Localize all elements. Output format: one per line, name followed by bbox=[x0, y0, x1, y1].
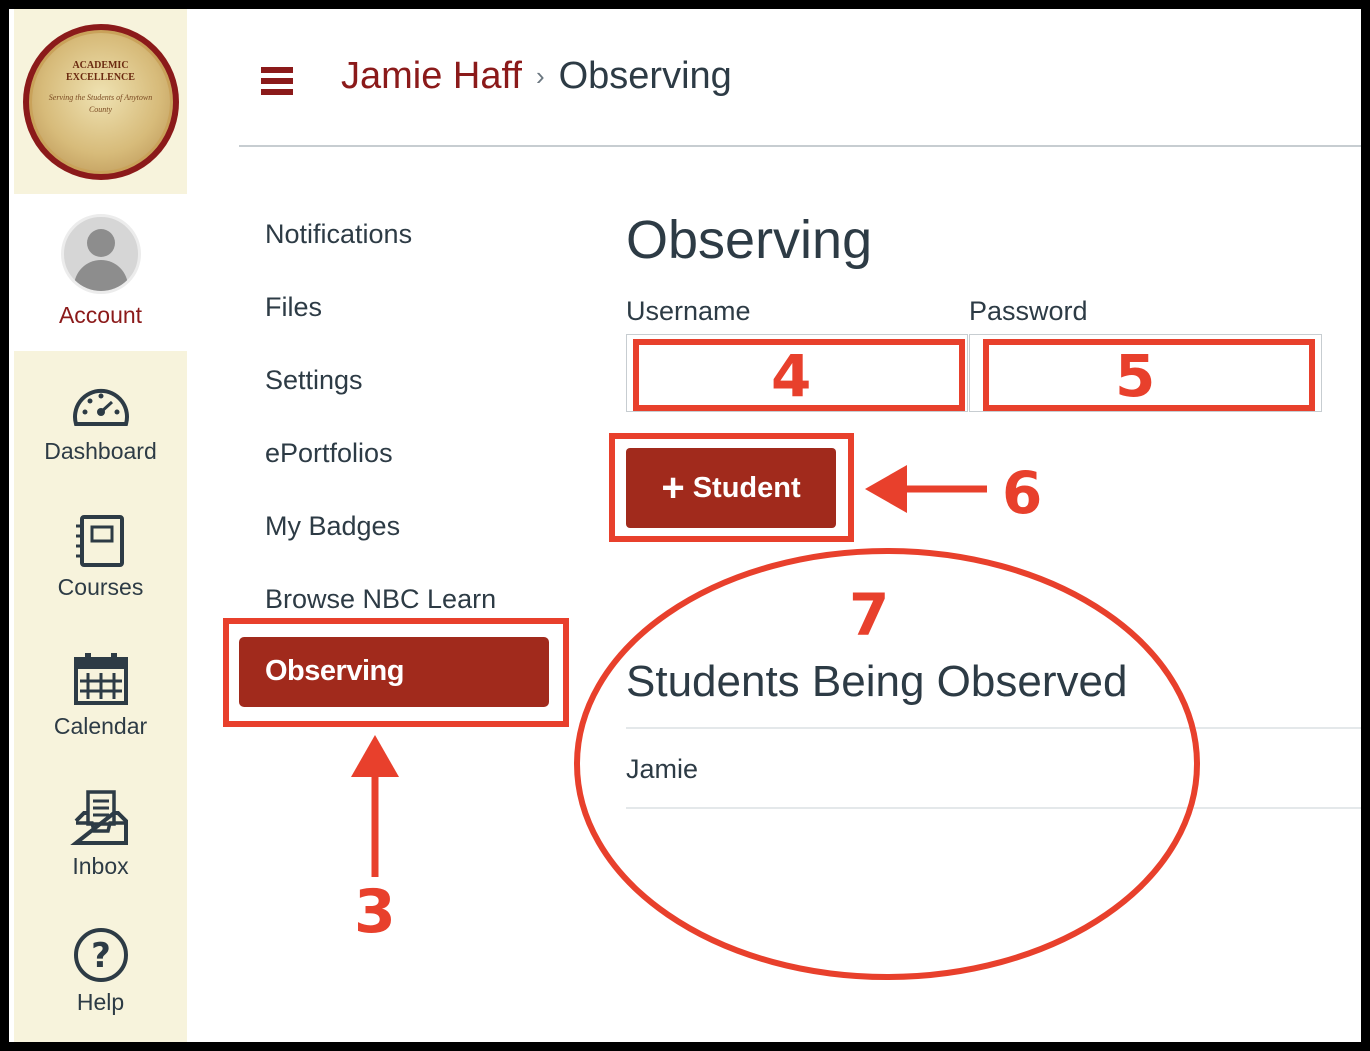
courses-icon bbox=[75, 515, 124, 567]
svg-text:?: ? bbox=[91, 936, 111, 976]
global-nav-courses[interactable]: Courses bbox=[14, 514, 187, 601]
page-header: Jamie Haff › Observing bbox=[239, 9, 1361, 147]
students-observed-heading: Students Being Observed bbox=[626, 657, 1128, 706]
annotation-number-5: 5 bbox=[1115, 342, 1156, 410]
menu-browse-nbc-learn[interactable]: Browse NBC Learn bbox=[265, 584, 496, 615]
global-nav-inbox[interactable]: Inbox bbox=[14, 789, 187, 880]
annotation-number-7: 7 bbox=[849, 581, 890, 649]
avatar bbox=[60, 214, 141, 294]
app-frame: ACADEMIC EXCELLENCE Serving the Students… bbox=[9, 9, 1361, 1042]
global-nav-account[interactable]: Account bbox=[14, 194, 187, 351]
annotation-number-6: 6 bbox=[1002, 459, 1043, 527]
annotation-arrowhead-6 bbox=[865, 465, 907, 513]
global-nav: ACADEMIC EXCELLENCE Serving the Students… bbox=[14, 9, 187, 1042]
menu-files[interactable]: Files bbox=[265, 292, 322, 323]
username-label: Username bbox=[626, 296, 751, 326]
help-label: Help bbox=[76, 989, 125, 1015]
observed-student-item: Jamie bbox=[626, 754, 699, 784]
inbox-icon bbox=[69, 790, 128, 845]
school-logo: ACADEMIC EXCELLENCE Serving the Students… bbox=[22, 23, 179, 180]
divider bbox=[626, 727, 1361, 729]
logo-line-1: ACADEMIC bbox=[72, 59, 129, 71]
global-nav-dashboard[interactable]: Dashboard bbox=[14, 382, 187, 465]
annotation-box-observing bbox=[223, 618, 569, 727]
logo-script: Serving the Students of Anytown County bbox=[48, 92, 153, 114]
page-title: Observing bbox=[626, 210, 873, 270]
breadcrumb-separator: › bbox=[535, 61, 545, 91]
inbox-label: Inbox bbox=[72, 853, 129, 879]
hamburger-menu-icon[interactable] bbox=[261, 67, 293, 95]
help-icon: ? bbox=[73, 928, 128, 982]
menu-notifications[interactable]: Notifications bbox=[265, 219, 412, 250]
global-nav-calendar[interactable]: Calendar bbox=[14, 651, 187, 740]
annotation-arrowhead-3 bbox=[351, 735, 399, 777]
calendar-icon bbox=[73, 653, 128, 705]
password-label: Password bbox=[969, 296, 1088, 326]
menu-settings[interactable]: Settings bbox=[265, 365, 363, 396]
global-nav-help[interactable]: ? Help bbox=[14, 927, 187, 1016]
annotation-number-3: 3 bbox=[354, 877, 396, 947]
menu-my-badges[interactable]: My Badges bbox=[265, 511, 400, 542]
breadcrumb-current: Observing bbox=[558, 55, 732, 97]
logo-line-2: EXCELLENCE bbox=[66, 71, 135, 83]
calendar-label: Calendar bbox=[53, 713, 148, 739]
breadcrumb: Jamie Haff › Observing bbox=[341, 55, 732, 98]
annotation-number-4: 4 bbox=[771, 342, 812, 410]
logo-link[interactable]: ACADEMIC EXCELLENCE Serving the Students… bbox=[14, 9, 187, 194]
dashboard-icon bbox=[72, 388, 129, 426]
divider bbox=[626, 807, 1361, 809]
account-label: Account bbox=[58, 302, 143, 328]
dashboard-label: Dashboard bbox=[44, 438, 157, 464]
breadcrumb-user-link[interactable]: Jamie Haff bbox=[341, 55, 522, 97]
annotation-box-student-button bbox=[609, 433, 854, 542]
menu-eportfolios[interactable]: ePortfolios bbox=[265, 438, 393, 469]
courses-label: Courses bbox=[57, 574, 144, 600]
